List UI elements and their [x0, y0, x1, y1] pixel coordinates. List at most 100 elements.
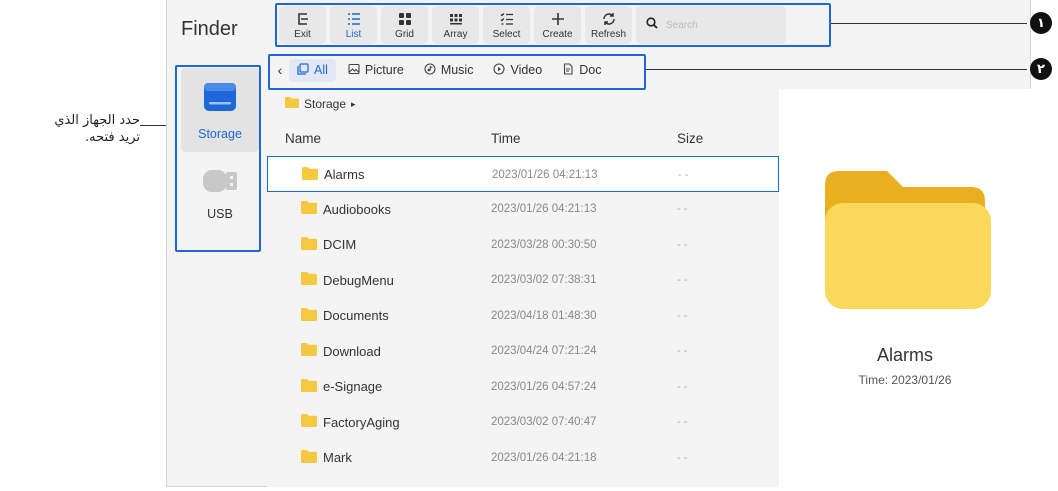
- search-input[interactable]: [666, 19, 776, 31]
- row-size: - -: [677, 274, 688, 287]
- list-view-button[interactable]: List: [330, 6, 377, 44]
- row-name: Download: [323, 343, 381, 359]
- table-row[interactable]: Audiobooks 2023/01/26 04:21:13 - -: [267, 192, 779, 228]
- row-time: 2023/04/18 01:48:30: [491, 309, 597, 322]
- folder-icon: [285, 97, 299, 111]
- column-header-time[interactable]: Time: [491, 131, 521, 146]
- row-size: - -: [677, 203, 688, 216]
- tab-label: Picture: [364, 63, 404, 77]
- file-rows: Alarms 2023/01/26 04:21:13 - - Audiobook…: [267, 156, 779, 476]
- array-icon: [449, 10, 463, 28]
- tab-picture[interactable]: Picture: [340, 59, 412, 82]
- row-time: 2023/01/26 04:21:18: [491, 451, 597, 464]
- row-name: DebugMenu: [323, 272, 394, 288]
- device-sidebar: Storage USB: [181, 68, 259, 236]
- select-label: Select: [492, 29, 521, 40]
- row-time: 2023/04/24 07:21:24: [491, 345, 597, 358]
- folder-icon: [301, 307, 317, 324]
- grid-view-button[interactable]: Grid: [381, 6, 428, 44]
- select-icon: [500, 10, 514, 28]
- sidebar-item-label: Storage: [198, 126, 242, 141]
- back-chevron-icon[interactable]: ‹: [271, 62, 289, 78]
- toolbar: Exit List Grid Array Select Create Refre…: [279, 6, 786, 44]
- annotation-line-1: [831, 23, 1027, 24]
- sidebar-item-usb[interactable]: USB: [181, 152, 259, 236]
- refresh-button[interactable]: Refresh: [585, 6, 632, 44]
- row-name: FactoryAging: [323, 414, 400, 430]
- list-label: List: [345, 29, 362, 40]
- sidebar-item-label: USB: [207, 206, 233, 221]
- table-row[interactable]: DebugMenu 2023/03/02 07:38:31 - -: [267, 263, 779, 299]
- annotation-line-2: [646, 69, 1027, 70]
- folder-icon: [301, 378, 317, 395]
- row-name: Documents: [323, 308, 389, 324]
- tab-label: Music: [440, 63, 474, 77]
- create-button[interactable]: Create: [534, 6, 581, 44]
- folder-icon: [301, 343, 317, 359]
- filter-bar: ‹ All Picture Music Video Doc: [271, 52, 613, 88]
- column-header-name[interactable]: Name: [285, 131, 321, 146]
- table-row[interactable]: Alarms 2023/01/26 04:21:13 - -: [267, 156, 779, 192]
- table-row[interactable]: Documents 2023/04/18 01:48:30 - -: [267, 298, 779, 334]
- row-time: 2023/03/28 00:30:50: [491, 238, 597, 251]
- refresh-label: Refresh: [590, 29, 626, 40]
- tab-doc[interactable]: Doc: [554, 59, 609, 82]
- large-folder-icon: [825, 163, 991, 316]
- breadcrumb-arrow-icon: ▸: [351, 98, 356, 109]
- row-name: Mark: [323, 450, 352, 466]
- row-size: - -: [677, 451, 688, 464]
- table-row[interactable]: e-Signage 2023/01/26 04:57:24 - -: [267, 369, 779, 405]
- usb-icon: [202, 168, 238, 199]
- preview-pane: Alarms Time: 2023/01/26: [779, 89, 1031, 487]
- row-size: - -: [677, 309, 688, 322]
- all-icon: [297, 62, 309, 78]
- preview-name: Alarms: [876, 345, 933, 365]
- list-icon: [347, 10, 361, 28]
- picture-icon: [348, 63, 360, 78]
- breadcrumb-item-storage[interactable]: Storage: [304, 97, 346, 111]
- exit-label: Exit: [294, 29, 311, 40]
- grid-label: Grid: [395, 29, 414, 40]
- refresh-icon: [602, 10, 616, 28]
- select-button[interactable]: Select: [483, 6, 530, 44]
- folder-icon: [301, 414, 317, 430]
- row-time: 2023/03/02 07:40:47: [491, 416, 597, 429]
- doc-icon: [562, 62, 574, 78]
- row-time: 2023/01/26 04:21:13: [491, 203, 597, 216]
- row-name: Alarms: [324, 167, 365, 183]
- table-header: Name Time Size: [267, 123, 779, 153]
- folder-icon: [301, 236, 317, 253]
- grid-icon: [398, 10, 412, 28]
- search-box[interactable]: [636, 6, 786, 44]
- row-name: Audiobooks: [323, 201, 391, 217]
- tab-all[interactable]: All: [289, 58, 336, 82]
- column-header-size[interactable]: Size: [677, 131, 703, 146]
- finder-window: Finder Exit List Grid Array Select Creat…: [166, 0, 1031, 487]
- row-name: DCIM: [323, 237, 357, 253]
- array-label: Array: [443, 29, 468, 40]
- row-size: - -: [677, 380, 688, 393]
- row-name: e-Signage: [323, 379, 383, 395]
- row-size: - -: [677, 416, 688, 429]
- table-row[interactable]: DCIM 2023/03/28 00:30:50 - -: [267, 227, 779, 263]
- tab-music[interactable]: Music: [416, 59, 482, 82]
- file-list-pane: Storage ▸ Name Time Size Alarms 2023/01/…: [267, 89, 779, 487]
- row-size: - -: [677, 238, 688, 251]
- row-size: - -: [678, 168, 689, 181]
- table-row[interactable]: Mark 2023/01/26 04:21:18 - -: [267, 440, 779, 476]
- annotation-note: حدد الجهاز الذي تريد فتحه.: [6, 112, 140, 146]
- exit-button[interactable]: Exit: [279, 6, 326, 44]
- row-time: 2023/01/26 04:21:13: [492, 168, 598, 181]
- array-view-button[interactable]: Array: [432, 6, 479, 44]
- tab-video[interactable]: Video: [485, 59, 550, 82]
- tab-label: Doc: [579, 63, 602, 77]
- annotation-note-line-1: حدد الجهاز الذي: [54, 113, 140, 128]
- search-icon: [646, 16, 658, 34]
- table-row[interactable]: FactoryAging 2023/03/02 07:40:47 - -: [267, 405, 779, 441]
- sidebar-item-storage[interactable]: Storage: [181, 68, 259, 152]
- annotation-badge-1: ١: [1030, 12, 1052, 34]
- plus-icon: [551, 10, 565, 28]
- annotation-badge-2: ٢: [1030, 58, 1052, 80]
- table-row[interactable]: Download 2023/04/24 07:21:24 - -: [267, 334, 779, 370]
- exit-icon: [296, 10, 310, 28]
